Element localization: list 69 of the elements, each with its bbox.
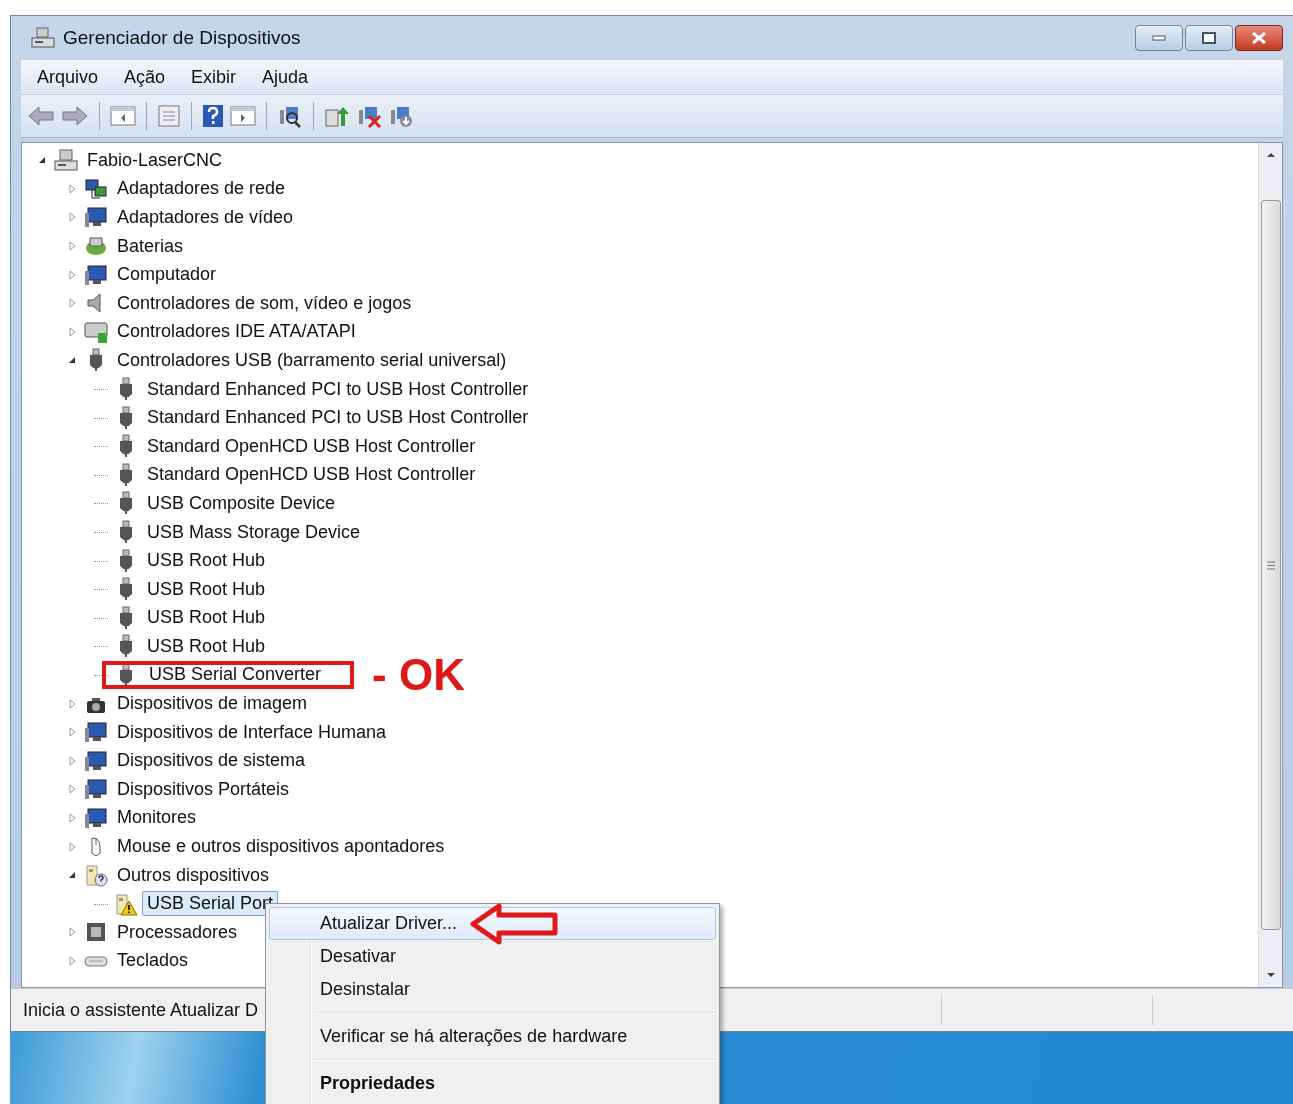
tree-item[interactable]: Dispositivos de Interface Humana <box>112 719 392 745</box>
monitor-icon <box>84 805 108 830</box>
monitor-icon <box>84 262 108 287</box>
tree-item[interactable]: Baterias <box>112 233 189 259</box>
minimize-button[interactable] <box>1135 25 1183 51</box>
tree-item[interactable]: Computador <box>112 262 222 288</box>
window-title: Gerenciador de Dispositivos <box>63 27 301 49</box>
panel-icon[interactable] <box>230 104 256 128</box>
tree-item[interactable]: USB Root Hub <box>142 576 271 602</box>
help-icon[interactable] <box>202 104 224 128</box>
menu-item[interactable]: Ação <box>124 66 166 88</box>
menu-item[interactable]: Arquivo <box>37 66 99 88</box>
back-icon[interactable] <box>27 104 55 128</box>
question-device-icon <box>84 863 108 888</box>
tree-item[interactable]: Dispositivos de imagem <box>112 691 313 717</box>
tree-item[interactable]: USB Root Hub <box>142 605 271 631</box>
tree-item[interactable]: Dispositivos Portáteis <box>112 776 295 802</box>
annotation-text: - OK <box>372 660 465 690</box>
minimize-icon <box>1152 35 1166 41</box>
scan-icon[interactable] <box>277 104 303 128</box>
tree-item[interactable]: Standard Enhanced PCI to USB Host Controller <box>142 405 534 431</box>
tree-item[interactable]: Standard Enhanced PCI to USB Host Controller <box>142 376 534 402</box>
menu-item[interactable]: Ajuda <box>262 66 309 88</box>
menu-option[interactable]: Atualizar Driver... <box>269 907 716 940</box>
tree-item[interactable]: Standard OpenHCD USB Host Controller <box>142 462 481 488</box>
scrollbar[interactable] <box>1258 143 1282 987</box>
menu-option[interactable]: Propriedades <box>269 1067 447 1100</box>
panel-icon[interactable] <box>110 104 136 128</box>
network-icon <box>84 176 108 201</box>
menu-item[interactable]: Exibir <box>191 66 237 88</box>
tree-item[interactable]: Monitores <box>112 805 202 831</box>
computer-icon <box>54 148 78 173</box>
monitor-icon <box>84 748 108 773</box>
status-text: Inicia o assistente Atualizar D <box>23 999 260 1021</box>
tree-item[interactable]: USB Root Hub <box>142 548 271 574</box>
properties-icon[interactable] <box>157 104 181 128</box>
tree-item[interactable]: Controladores IDE ATA/ATAPI <box>112 319 361 345</box>
maximize-button[interactable] <box>1185 25 1233 51</box>
computer-icon <box>31 27 55 49</box>
tree-item[interactable]: Controladores de som, vídeo e jogos <box>112 290 417 316</box>
menu-option[interactable]: Desativar <box>269 940 408 973</box>
close-button[interactable] <box>1235 25 1283 51</box>
tree-item[interactable]: Dispositivos de sistema <box>112 748 311 774</box>
device-icon <box>84 777 108 802</box>
tree-item[interactable]: USB Composite Device <box>142 490 341 516</box>
tree-item[interactable]: USB Root Hub <box>142 633 271 659</box>
tree-item[interactable]: Processadores <box>112 919 243 945</box>
menu-option[interactable]: Desinstalar <box>269 973 422 1006</box>
close-icon <box>1251 32 1267 44</box>
maximize-icon <box>1202 32 1216 44</box>
tree-item[interactable]: Mouse e outros dispositivos apontadores <box>112 834 450 860</box>
tree-item[interactable]: Adaptadores de rede <box>112 176 291 202</box>
warning-device-icon <box>114 891 138 916</box>
grip-icon <box>1265 560 1276 570</box>
menu-option[interactable]: Verificar se há alterações de hardware <box>269 1020 639 1053</box>
device-down-icon[interactable] <box>388 104 414 128</box>
tree-item[interactable]: USB Mass Storage Device <box>142 519 366 545</box>
tree-item[interactable]: Controladores USB (barramento serial universal) <box>112 347 512 373</box>
tree-item[interactable]: Outros dispositivos <box>112 862 275 888</box>
scrollbar-thumb[interactable] <box>1260 200 1281 930</box>
tree-item[interactable]: Teclados <box>112 948 194 974</box>
tree-item[interactable]: USB Serial Converter <box>144 662 327 688</box>
tree-item[interactable]: Fabio-LaserCNC <box>82 147 228 173</box>
drive-icon <box>84 319 108 344</box>
tree-item[interactable]: Adaptadores de vídeo <box>112 205 299 230</box>
device-x-icon[interactable] <box>356 104 382 128</box>
monitor-icon <box>84 205 108 230</box>
tree-item[interactable]: Standard OpenHCD USB Host Controller <box>142 433 481 459</box>
forward-icon[interactable] <box>61 104 89 128</box>
